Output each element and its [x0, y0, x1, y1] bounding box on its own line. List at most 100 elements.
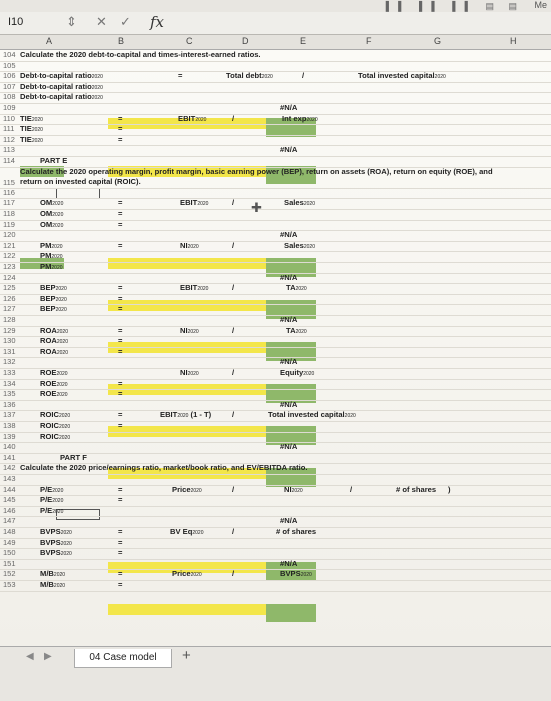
na-value: #N/A	[280, 315, 298, 324]
denominator-label: Sales2020	[284, 240, 315, 250]
row-label: ROE2020	[40, 389, 68, 399]
stepper-icon[interactable]: ⇕	[66, 14, 77, 30]
row-label: BEP2020	[40, 283, 67, 293]
row-number[interactable]: 110	[3, 114, 15, 123]
row-number[interactable]: 112	[3, 135, 15, 144]
cancel-icon[interactable]: ✕	[96, 14, 107, 30]
next-sheet-icon[interactable]: ▶	[44, 651, 52, 662]
row-number[interactable]: 152	[3, 569, 16, 578]
column-header-b[interactable]: B	[118, 36, 124, 46]
row-number[interactable]: 151	[3, 559, 16, 568]
row-number[interactable]: 104	[3, 50, 16, 59]
denominator-label: Total invested capital2020	[358, 71, 446, 81]
column-headers: A B C D E F G H	[0, 35, 551, 50]
row-number[interactable]: 120	[3, 230, 16, 239]
fx-icon[interactable]: fx	[150, 13, 164, 31]
row-number[interactable]: 141	[3, 453, 16, 462]
row-label: PM2020	[40, 240, 63, 250]
row-number[interactable]: 150	[3, 548, 16, 557]
column-header-d[interactable]: D	[242, 36, 249, 46]
row-number[interactable]: 134	[3, 379, 16, 388]
row-number[interactable]: 129	[3, 326, 16, 335]
row-number[interactable]: 135	[3, 389, 16, 398]
row-number[interactable]: 105	[3, 61, 16, 70]
row-label: ROE2020	[40, 368, 68, 377]
row-number[interactable]: 143	[3, 474, 16, 483]
denominator-label: Sales2020	[284, 198, 315, 208]
row-number[interactable]: 140	[3, 442, 16, 451]
row-number[interactable]: 130	[3, 336, 16, 345]
row-number[interactable]: 121	[3, 241, 16, 250]
divide-sign: /	[232, 325, 235, 335]
row-number[interactable]: 124	[3, 273, 16, 282]
denominator-label: TA2020	[286, 283, 307, 293]
denominator-label: NI2020	[284, 484, 303, 494]
section-heading: Calculate the 2020 debt-to-capital and t…	[20, 50, 261, 59]
column-header-a[interactable]: A	[46, 36, 52, 46]
row-label: BEP2020	[40, 304, 67, 314]
column-header-h[interactable]: H	[510, 36, 517, 46]
row-number[interactable]: 133	[3, 368, 16, 377]
equals-sign: =	[118, 537, 123, 547]
row-number[interactable]: 116	[3, 188, 15, 197]
name-box[interactable]: I10	[8, 15, 58, 30]
row-number[interactable]: 148	[3, 527, 16, 536]
equals-sign: =	[118, 304, 123, 314]
row-number[interactable]: 139	[3, 432, 16, 441]
row-number[interactable]: 145	[3, 495, 16, 504]
row-number[interactable]: 119	[3, 220, 15, 229]
row-number[interactable]: 111	[3, 124, 14, 133]
divide-sign: /	[232, 569, 235, 579]
confirm-icon[interactable]: ✓	[120, 14, 131, 30]
highlight-cell[interactable]	[108, 604, 266, 615]
row-number[interactable]: 127	[3, 304, 16, 313]
row-label: BEP2020	[40, 293, 67, 303]
row-number[interactable]: 117	[3, 198, 15, 207]
na-value: #N/A	[280, 558, 298, 568]
row-number[interactable]: 146	[3, 506, 16, 515]
row-number[interactable]: 107	[3, 82, 16, 91]
row-number[interactable]: 114	[3, 156, 15, 165]
column-header-f[interactable]: F	[366, 36, 372, 46]
na-value: #N/A	[280, 357, 298, 367]
row-number[interactable]: 131	[3, 347, 16, 356]
column-header-c[interactable]: C	[186, 36, 193, 46]
row-number[interactable]: 126	[3, 294, 16, 303]
row-number[interactable]: 118	[3, 209, 15, 218]
row-number[interactable]: 149	[3, 538, 16, 547]
row-number[interactable]: 144	[3, 485, 16, 494]
toolbar-icons[interactable]: ▌▌ ▌▌ ▌▌ ▤ ▤	[386, 1, 523, 12]
row-number[interactable]: 106	[3, 71, 16, 80]
row-number[interactable]: 142	[3, 463, 16, 472]
row-number[interactable]: 138	[3, 421, 16, 430]
numerator-label: EBIT2020	[180, 283, 209, 293]
row-number[interactable]: 147	[3, 516, 16, 525]
row-number[interactable]: 108	[3, 92, 16, 101]
row-number[interactable]: 128	[3, 315, 16, 324]
sheet-tab-case-model[interactable]: 04 Case model	[74, 649, 172, 668]
column-header-e[interactable]: E	[300, 36, 306, 46]
row-number[interactable]: 109	[3, 103, 16, 112]
prev-sheet-icon[interactable]: ◀	[26, 651, 34, 662]
divide-sign: /	[232, 283, 235, 293]
na-cell[interactable]	[266, 612, 316, 622]
denominator-label: BVPS2020	[280, 569, 312, 579]
row-label: BVPS2020	[40, 548, 72, 558]
equals-sign: =	[118, 580, 123, 589]
row-number[interactable]: 123	[3, 262, 16, 271]
part-heading: PART F	[60, 452, 87, 462]
row-number[interactable]: 113	[3, 145, 15, 154]
row-number[interactable]: 125	[3, 283, 16, 292]
user-button[interactable]: Me	[534, 0, 547, 10]
row-number[interactable]: 153	[3, 580, 16, 589]
add-sheet-button[interactable]: +	[182, 647, 191, 664]
spreadsheet-grid[interactable]: 104 Calculate the 2020 debt-to-capital a…	[0, 50, 551, 646]
row-number[interactable]: 132	[3, 357, 16, 366]
row-number[interactable]: 137	[3, 410, 16, 419]
row-number[interactable]: 136	[3, 400, 16, 409]
row-number[interactable]: 115	[3, 178, 15, 187]
column-header-g[interactable]: G	[434, 36, 441, 46]
equals-sign: =	[118, 569, 123, 579]
row-number[interactable]: 122	[3, 251, 16, 260]
divide-sign: /	[232, 410, 235, 420]
